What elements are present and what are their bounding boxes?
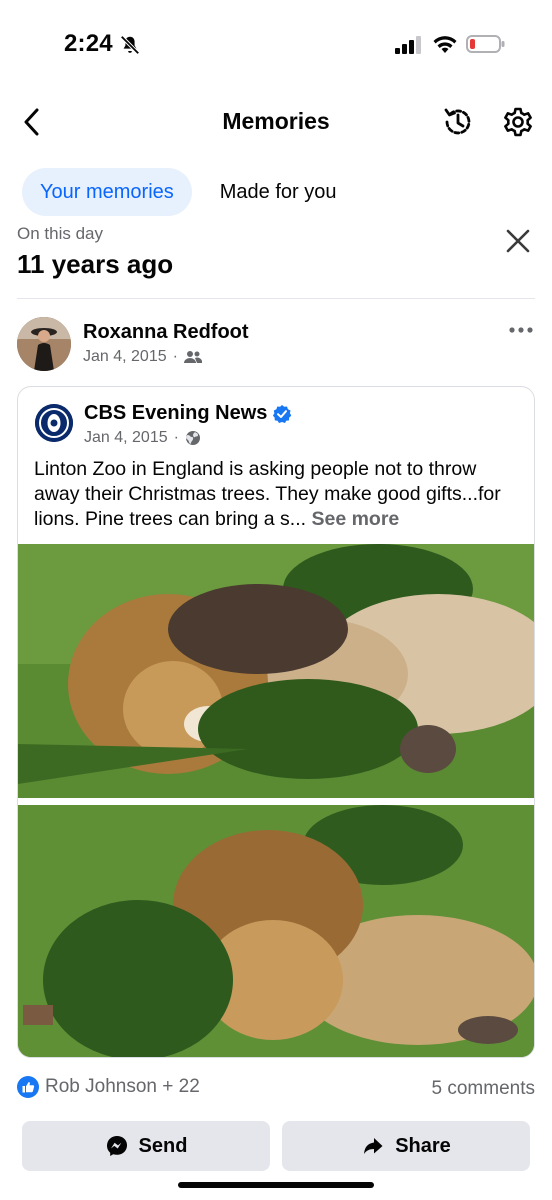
on-this-day-label: On this day bbox=[17, 224, 103, 243]
header: Memories bbox=[0, 90, 552, 154]
post-photo-2[interactable] bbox=[18, 805, 534, 1057]
meta-dot: · bbox=[173, 429, 179, 446]
like-thumb-icon bbox=[17, 1076, 39, 1098]
bell-slash-icon bbox=[120, 35, 140, 55]
settings-gear-icon[interactable] bbox=[500, 104, 536, 140]
battery-icon bbox=[466, 35, 505, 53]
verified-badge-icon bbox=[273, 404, 292, 423]
send-button[interactable]: Send bbox=[22, 1121, 270, 1171]
years-ago-heading: 11 years ago bbox=[17, 249, 174, 279]
status-time: 2:24 bbox=[64, 30, 113, 57]
see-more-link[interactable]: See more bbox=[311, 508, 399, 530]
tab-made-for-you[interactable]: Made for you bbox=[202, 168, 355, 216]
more-options-icon[interactable] bbox=[508, 322, 534, 338]
home-indicator[interactable] bbox=[178, 1182, 374, 1188]
status-bar: 2:24 bbox=[0, 0, 552, 90]
share-arrow-icon bbox=[364, 1138, 383, 1154]
shared-post-date: Jan 4, 2015 bbox=[84, 429, 168, 446]
shared-page-name-text[interactable]: CBS Evening News bbox=[84, 402, 267, 425]
reactions-summary[interactable]: Rob Johnson + 22 bbox=[17, 1076, 200, 1098]
shared-post-text: Linton Zoo in England is asking people n… bbox=[34, 457, 524, 532]
reactions-text[interactable]: Rob Johnson + 22 bbox=[45, 1076, 200, 1098]
post-author-name[interactable]: Roxanna Redfoot bbox=[83, 321, 249, 344]
shared-post-card[interactable]: CBS Evening News Jan 4, 2015 · Linton Zo… bbox=[17, 386, 535, 1058]
messenger-icon bbox=[106, 1136, 127, 1156]
meta-dot: · bbox=[172, 348, 178, 365]
post-date: Jan 4, 2015 bbox=[83, 348, 167, 365]
post-photo-1[interactable] bbox=[18, 544, 534, 798]
friends-icon bbox=[183, 351, 202, 363]
post-meta: Jan 4, 2015 · bbox=[83, 348, 202, 366]
memories-tabs: Your memories Made for you bbox=[22, 168, 355, 216]
cbs-logo-icon[interactable] bbox=[35, 404, 73, 442]
wifi-icon bbox=[433, 36, 457, 53]
signal-icon bbox=[395, 36, 421, 54]
share-button[interactable]: Share bbox=[282, 1121, 530, 1171]
close-icon[interactable] bbox=[504, 227, 532, 255]
globe-icon bbox=[185, 431, 200, 445]
send-label[interactable]: Send bbox=[139, 1135, 188, 1158]
shared-post-body: Linton Zoo in England is asking people n… bbox=[34, 458, 501, 530]
shared-page-name[interactable]: CBS Evening News bbox=[84, 402, 292, 425]
shared-post-meta: Jan 4, 2015 · bbox=[84, 429, 201, 447]
avatar[interactable] bbox=[17, 317, 71, 371]
tab-your-memories[interactable]: Your memories bbox=[22, 168, 192, 216]
comments-count[interactable]: 5 comments bbox=[432, 1078, 535, 1100]
history-icon[interactable] bbox=[440, 104, 476, 140]
share-label[interactable]: Share bbox=[395, 1135, 451, 1158]
divider bbox=[17, 298, 535, 299]
